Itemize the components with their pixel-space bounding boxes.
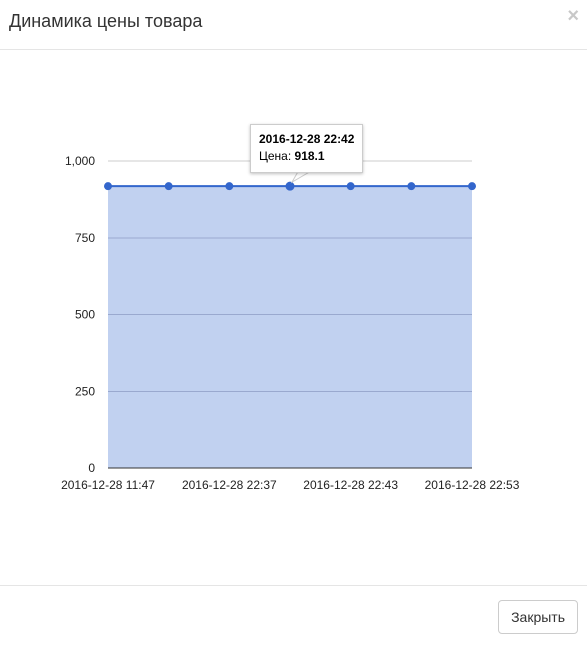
modal-body: 0 250 500 750 1,000 2016-12-28 11:47 2016-12-2… xyxy=(0,50,587,585)
close-icon[interactable]: × xyxy=(567,6,579,26)
data-point xyxy=(407,182,416,191)
tooltip-value: 918.1 xyxy=(294,149,325,163)
close-button[interactable]: Закрыть xyxy=(498,600,578,634)
data-point xyxy=(225,182,234,191)
x-tick-label: 2016-12-28 11:47 xyxy=(61,478,155,492)
y-tick-label: 1,000 xyxy=(65,154,95,168)
y-tick-label: 250 xyxy=(75,384,95,398)
data-point xyxy=(468,182,476,191)
y-tick-label: 500 xyxy=(75,308,95,322)
data-point xyxy=(164,182,173,191)
tooltip-value-row: Цена: 918.1 xyxy=(259,148,354,165)
data-point xyxy=(285,181,295,191)
x-tick-label: 2016-12-28 22:43 xyxy=(303,478,398,492)
modal-header: Динамика цены товара × xyxy=(0,0,587,50)
area-fill xyxy=(108,186,472,468)
y-tick-label: 0 xyxy=(88,461,95,475)
x-tick-label: 2016-12-28 22:37 xyxy=(182,478,277,492)
modal-footer: Закрыть xyxy=(0,585,587,646)
data-point xyxy=(346,182,355,191)
modal-title: Динамика цены товара xyxy=(9,11,203,31)
y-tick-label: 750 xyxy=(75,231,95,245)
chart-tooltip: 2016-12-28 22:42 Цена: 918.1 xyxy=(250,124,364,173)
price-dynamics-modal: Динамика цены товара × 0 250 500 750 1,000 20… xyxy=(0,0,587,645)
data-point xyxy=(104,182,112,191)
tooltip-date: 2016-12-28 22:42 xyxy=(259,132,355,146)
tooltip-value-label: Цена: xyxy=(259,149,292,163)
x-tick-label: 2016-12-28 22:53 xyxy=(425,478,520,492)
